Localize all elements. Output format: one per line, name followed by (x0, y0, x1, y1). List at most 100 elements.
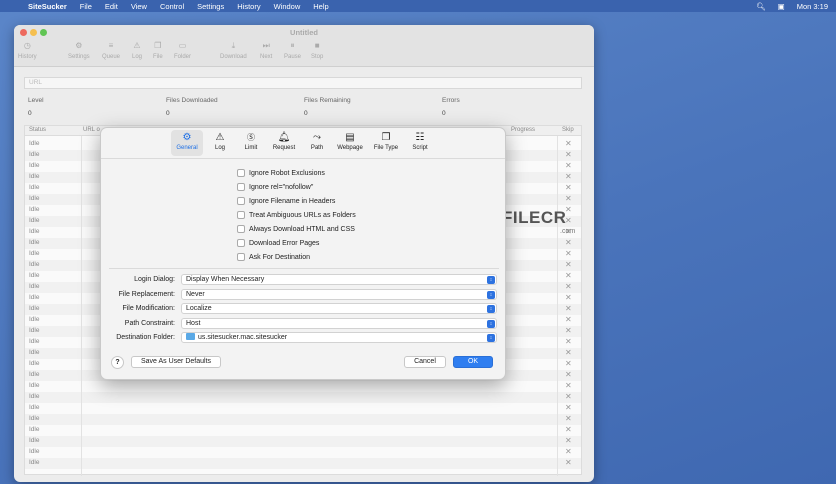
tab-log[interactable]: ⚠ Log (207, 130, 233, 156)
skip-icon[interactable]: ✕ (565, 172, 572, 181)
menu-settings[interactable]: Settings (197, 2, 224, 11)
checkbox-ask-for-destination[interactable]: Ask For Destination (237, 252, 310, 262)
row-status: Idle (29, 415, 40, 422)
menu-file[interactable]: File (80, 2, 92, 11)
skip-icon[interactable]: ✕ (565, 392, 572, 401)
toolbar-folder-button[interactable]: ▭ Folder (174, 41, 191, 60)
skip-icon[interactable]: ✕ (565, 403, 572, 412)
chevron-updown-icon: ↕ (487, 305, 495, 313)
skip-icon[interactable]: ✕ (565, 370, 572, 379)
skip-icon[interactable]: ✕ (565, 458, 572, 467)
folder-icon: ▭ (178, 41, 187, 50)
tab-webpage[interactable]: ▤ Webpage (333, 130, 367, 156)
menu-edit[interactable]: Edit (105, 2, 118, 11)
skip-icon[interactable]: ✕ (565, 293, 572, 302)
skip-icon[interactable]: ✕ (565, 425, 572, 434)
checkbox-always-download-html-css[interactable]: Always Download HTML and CSS (237, 224, 355, 234)
watermark-text: FILECR (502, 208, 567, 227)
skip-icon[interactable]: ✕ (565, 260, 572, 269)
tab-script[interactable]: ☷ Script (407, 130, 433, 156)
checkbox-treat-ambiguous-urls[interactable]: Treat Ambiguous URLs as Folders (237, 210, 356, 220)
skip-icon[interactable]: ✕ (565, 447, 572, 456)
checkbox-ignore-robot-exclusions[interactable]: Ignore Robot Exclusions (237, 168, 325, 178)
toolbar-settings-button[interactable]: ⚙ Settings (68, 41, 90, 60)
checkbox-ignore-nofollow[interactable]: Ignore rel="nofollow" (237, 182, 313, 192)
tab-general[interactable]: ⚙ General (171, 130, 203, 156)
download-icon: ⤓ (231, 41, 236, 50)
skip-icon[interactable]: ✕ (565, 282, 572, 291)
table-row[interactable]: Idle ✕ (25, 392, 581, 403)
menu-app-name[interactable]: SiteSucker (28, 2, 67, 11)
skip-icon[interactable]: ✕ (565, 359, 572, 368)
skip-icon[interactable]: ✕ (565, 337, 572, 346)
save-as-user-defaults-button[interactable]: Save As User Defaults (131, 356, 221, 368)
chevron-updown-icon: ↕ (487, 276, 495, 284)
skip-icon[interactable]: ✕ (565, 381, 572, 390)
menu-window[interactable]: Window (274, 2, 301, 11)
row-status: Idle (29, 184, 40, 191)
toolbar-stop-button[interactable]: ■ Stop (311, 41, 323, 60)
skip-icon[interactable]: ✕ (565, 183, 572, 192)
folder-icon (186, 333, 195, 340)
skip-icon[interactable]: ✕ (565, 304, 572, 313)
tab-limit[interactable]: Ⓢ Limit (237, 130, 265, 156)
skip-icon[interactable]: ✕ (565, 414, 572, 423)
path-constraint-row: Path Constraint: Host ↕ (101, 318, 505, 330)
toolbar-pause-button[interactable]: ⏸ Pause (284, 41, 301, 60)
header-skip[interactable]: Skip (562, 127, 574, 133)
toolbar-file-button[interactable]: ❐ File (153, 41, 163, 60)
row-status: Idle (29, 305, 40, 312)
cancel-button[interactable]: Cancel (404, 356, 446, 368)
menu-history[interactable]: History (237, 2, 260, 11)
skip-icon[interactable]: ✕ (565, 139, 572, 148)
checkbox-ignore-filename-in-headers[interactable]: Ignore Filename in Headers (237, 196, 335, 206)
skip-icon[interactable]: ✕ (565, 348, 572, 357)
skip-icon[interactable]: ✕ (565, 150, 572, 159)
login-dialog-popup[interactable]: Display When Necessary ↕ (181, 274, 497, 285)
tab-file-type[interactable]: ❐ File Type (370, 130, 402, 156)
search-icon[interactable]: 🔍︎ (756, 2, 766, 11)
header-url[interactable]: URL o (83, 127, 100, 133)
table-row[interactable]: Idle ✕ (25, 403, 581, 414)
skip-icon[interactable]: ✕ (565, 436, 572, 445)
skip-icon[interactable]: ✕ (565, 194, 572, 203)
checkbox-download-error-pages[interactable]: Download Error Pages (237, 238, 319, 248)
url-input[interactable]: URL (24, 77, 582, 89)
header-progress[interactable]: Progress (511, 127, 535, 133)
tab-request[interactable]: 🔔︎ Request (268, 130, 300, 156)
table-row[interactable]: Idle ✕ (25, 414, 581, 425)
table-row[interactable]: Idle ✕ (25, 436, 581, 447)
ok-button[interactable]: OK (453, 356, 493, 368)
toolbar-download-button[interactable]: ⤓ Download (220, 41, 247, 60)
file-replacement-popup[interactable]: Never ↕ (181, 289, 497, 300)
skip-icon[interactable]: ✕ (565, 249, 572, 258)
table-row[interactable]: Idle ✕ (25, 458, 581, 469)
file-modification-popup[interactable]: Localize ↕ (181, 303, 497, 314)
toolbar-next-button[interactable]: ⏭ Next (260, 41, 272, 60)
menu-help[interactable]: Help (313, 2, 328, 11)
help-button[interactable]: ? (111, 356, 124, 369)
warning-icon: ⚠ (133, 41, 141, 50)
tab-path[interactable]: ⤳ Path (304, 130, 330, 156)
toolbar-history-button[interactable]: ◷ History (18, 41, 37, 60)
skip-icon[interactable]: ✕ (565, 271, 572, 280)
path-icon: ⤳ (313, 132, 321, 143)
header-status[interactable]: Status (29, 127, 46, 133)
toolbar-queue-button[interactable]: ≡ Queue (102, 41, 120, 60)
destination-folder-popup[interactable]: us.sitesucker.mac.sitesucker ↕ (181, 332, 497, 343)
menubar-clock[interactable]: Mon 3:19 (797, 2, 828, 11)
skip-icon[interactable]: ✕ (565, 238, 572, 247)
table-row[interactable]: Idle ✕ (25, 425, 581, 436)
table-row[interactable]: Idle ✕ (25, 381, 581, 392)
skip-icon[interactable]: ✕ (565, 315, 572, 324)
control-center-icon[interactable]: ▣ (778, 2, 785, 11)
menu-control[interactable]: Control (160, 2, 184, 11)
table-row[interactable]: Idle ✕ (25, 447, 581, 458)
skip-icon[interactable]: ✕ (565, 161, 572, 170)
menu-view[interactable]: View (131, 2, 147, 11)
path-constraint-popup[interactable]: Host ↕ (181, 318, 497, 329)
skip-icon[interactable]: ✕ (565, 326, 572, 335)
history-icon: ◷ (23, 41, 31, 50)
menu-bar: SiteSucker File Edit View Control Settin… (0, 0, 836, 12)
toolbar-log-button[interactable]: ⚠ Log (132, 41, 142, 60)
